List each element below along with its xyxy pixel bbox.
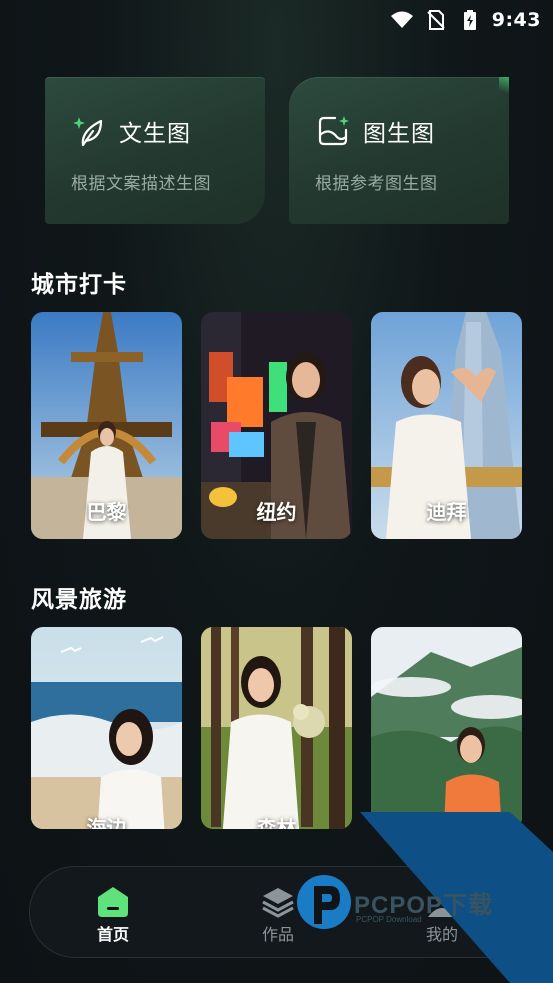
city-card-paris[interactable]: 巴黎 bbox=[31, 312, 182, 539]
leaf-sparkle-icon bbox=[73, 117, 103, 147]
scenery-card-beach[interactable]: 海边 bbox=[31, 627, 182, 829]
section-title-scenery: 风景旅游 bbox=[31, 587, 127, 613]
no-sim-icon bbox=[427, 10, 445, 30]
watermark-subtext: PCPOP Download bbox=[356, 915, 422, 924]
scenery-label-forest: 森林 bbox=[256, 816, 297, 829]
scenery-card-forest[interactable]: 森林 bbox=[201, 627, 352, 829]
nav-home[interactable]: 首页 bbox=[73, 885, 153, 945]
city-card-new-york[interactable]: 纽约 bbox=[201, 312, 352, 539]
scenery-label-beach: 海边 bbox=[86, 816, 127, 829]
text-to-image-title: 文生图 bbox=[119, 121, 191, 147]
mountain-photo bbox=[371, 627, 522, 829]
section-title-city: 城市打卡 bbox=[31, 272, 127, 298]
image-to-image-card[interactable]: 图生图 根据参考图生图 bbox=[289, 77, 509, 224]
city-label-new-york: 纽约 bbox=[256, 500, 297, 524]
forest-photo bbox=[201, 627, 352, 829]
battery-charging-icon bbox=[463, 10, 476, 30]
text-to-image-card[interactable]: 文生图 根据文案描述生图 bbox=[45, 77, 265, 224]
home-icon bbox=[98, 887, 128, 917]
beach-photo bbox=[31, 627, 182, 829]
city-label-dubai: 迪拜 bbox=[426, 500, 467, 524]
image-edit-icon bbox=[318, 116, 349, 146]
image-to-image-title: 图生图 bbox=[363, 121, 435, 147]
layers-icon bbox=[262, 888, 294, 918]
home-screen: 9:43 文生图 根据文案描述生图 图生图 根据参考图生图 城市打卡 巴黎 纽约… bbox=[0, 0, 553, 983]
city-label-paris: 巴黎 bbox=[86, 500, 127, 524]
image-to-image-subtitle: 根据参考图生图 bbox=[315, 174, 438, 194]
status-bar: 9:43 bbox=[0, 0, 553, 40]
wifi-icon bbox=[390, 11, 413, 28]
scenery-card-mountain[interactable] bbox=[371, 627, 522, 829]
watermark-logo-icon bbox=[297, 875, 351, 929]
city-card-dubai[interactable]: 迪拜 bbox=[371, 312, 522, 539]
nav-home-label: 首页 bbox=[96, 925, 129, 944]
text-to-image-subtitle: 根据文案描述生图 bbox=[71, 174, 211, 194]
status-time: 9:43 bbox=[491, 9, 541, 31]
